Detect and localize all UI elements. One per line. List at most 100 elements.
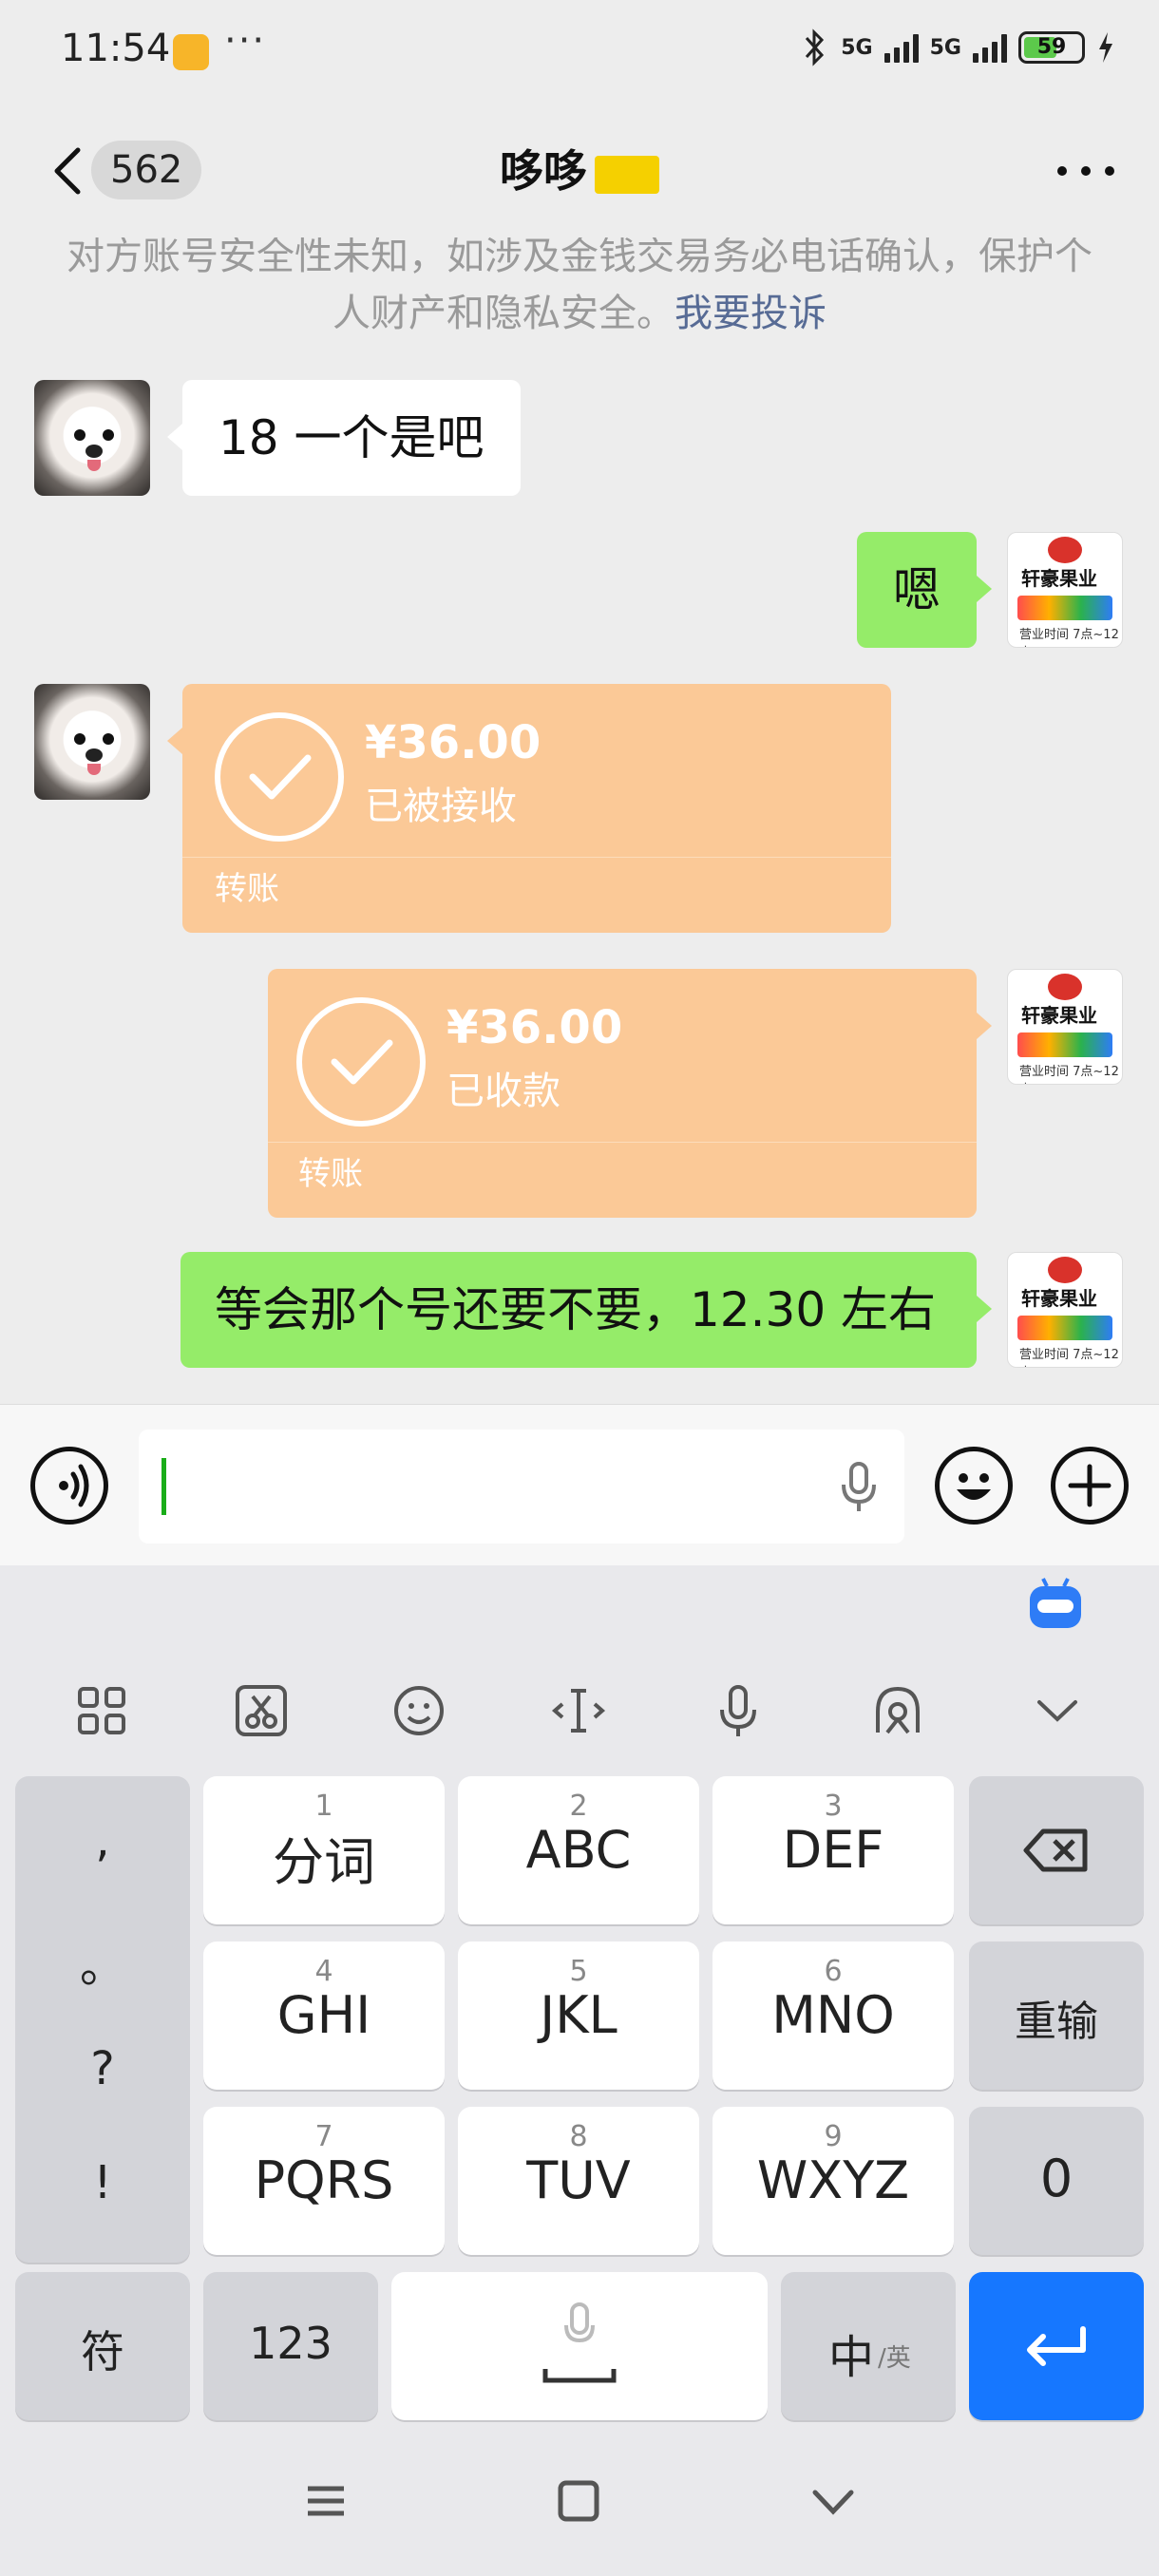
key-label: TUV (526, 2150, 631, 2210)
backspace-key[interactable] (969, 1776, 1144, 1924)
message-bubble[interactable]: 18 一个是吧 (182, 380, 521, 496)
key-7[interactable]: 7 PQRS (203, 2107, 445, 2255)
message-text: 18 一个是吧 (218, 410, 484, 465)
signal-bars-1-icon (884, 32, 919, 63)
space-mic-icon (542, 2302, 617, 2383)
key-label: PQRS (254, 2150, 394, 2210)
key-5[interactable]: 5 JKL (458, 1941, 699, 2090)
contact-avatar[interactable] (34, 684, 150, 800)
chat-messages: 对方账号安全性未知，如涉及金钱交易务必电话确认，保护个人财产和隐私安全。我要投诉… (0, 237, 1159, 1404)
message-bubble[interactable]: 嗯 (857, 532, 977, 648)
key-digit: 8 (569, 2120, 588, 2153)
key-2[interactable]: 2 ABC (458, 1776, 699, 1924)
check-circle-icon (296, 997, 426, 1127)
key-label: 0 (1039, 2149, 1074, 2208)
key-label: GHI (276, 1985, 371, 2045)
enter-arrow-icon (1027, 2326, 1086, 2366)
security-notice-text: 对方账号安全性未知，如涉及金钱交易务必电话确认，保护个人财产和隐私安全。 (66, 237, 1092, 335)
key-1[interactable]: 1 分词 (203, 1776, 445, 1924)
key-digit: 9 (824, 2120, 843, 2153)
more-options-icon[interactable] (1053, 152, 1119, 190)
key-digit: 3 (824, 1790, 843, 1823)
message-bubble[interactable]: 等会那个号还要不要，12.30 左右 (180, 1252, 977, 1368)
enter-key[interactable] (969, 2272, 1144, 2420)
key-8[interactable]: 8 TUV (458, 2107, 699, 2255)
status-bar: 11:54 ··· 5G 5G 59 (0, 0, 1159, 104)
transfer-kind: 转账 (215, 870, 279, 908)
handwriting-icon[interactable] (864, 1677, 931, 1744)
key-6[interactable]: 6 MNO (712, 1941, 954, 2090)
menu-icon[interactable] (302, 2477, 350, 2525)
transfer-card[interactable]: ¥36.00 已被接收 转账 (182, 684, 891, 933)
my-avatar[interactable]: 轩豪果业营业时间 7点~12点 (1007, 969, 1123, 1085)
transfer-amount: ¥36.00 (446, 1001, 623, 1054)
input-bar (0, 1404, 1159, 1565)
my-avatar[interactable]: 轩豪果业营业时间 7点~12点 (1007, 1252, 1123, 1368)
transfer-card[interactable]: ¥36.00 已收款 转账 (268, 969, 977, 1218)
collapse-keyboard-icon[interactable] (1024, 1677, 1091, 1744)
message-input[interactable] (139, 1430, 904, 1544)
bluetooth-icon (806, 28, 825, 66)
punct-period[interactable]: 。 (15, 1928, 190, 1995)
voice-mode-button[interactable] (30, 1447, 108, 1525)
emoji-smiley-icon[interactable] (386, 1677, 452, 1744)
key-label: JKL (540, 1985, 618, 2045)
punct-exclaim[interactable]: ! (15, 2156, 190, 2209)
shop-name: 轩豪果业 (1021, 1287, 1097, 1310)
clipboard-cut-icon[interactable] (228, 1677, 294, 1744)
battery-icon: 59 (1018, 31, 1085, 64)
shop-hours: 营业时间 7点~12点 (1019, 628, 1119, 647)
emoji-button[interactable] (935, 1447, 1013, 1525)
shop-hours: 营业时间 7点~12点 (1019, 1348, 1119, 1367)
my-avatar[interactable]: 轩豪果业营业时间 7点~12点 (1007, 532, 1123, 648)
system-nav-bar (0, 2430, 1159, 2576)
smiley-icon (957, 1473, 991, 1500)
report-link[interactable]: 我要投诉 (674, 292, 826, 335)
space-key[interactable] (391, 2272, 768, 2420)
add-attachment-button[interactable] (1051, 1447, 1129, 1525)
punct-comma[interactable]: , (15, 1814, 190, 1867)
backspace-icon (1023, 1828, 1088, 1872)
key-digit: 5 (569, 1955, 588, 1988)
numbers-key[interactable]: 123 (203, 2272, 378, 2420)
concert-ticket-badge-icon (595, 155, 659, 194)
key-label: WXYZ (756, 2150, 910, 2210)
status-indicators: 5G 5G 59 (801, 28, 1115, 66)
shop-name: 轩豪果业 (1021, 1004, 1097, 1027)
punctuation-column[interactable]: , 。 ? ! (15, 1776, 190, 2263)
reinput-key[interactable]: 重输 (969, 1941, 1144, 2090)
chat-title: 哆哆 (0, 137, 1159, 199)
apps-grid-icon[interactable] (68, 1677, 135, 1744)
signal-bars-2-icon (973, 32, 1007, 63)
key-label: 符 (81, 2326, 124, 2377)
voice-wave-icon (59, 1464, 89, 1507)
signal-label-2: 5G (929, 35, 961, 60)
transfer-status: 已被接收 (365, 785, 517, 828)
key-4[interactable]: 4 GHI (203, 1941, 445, 2090)
key-label: DEF (782, 1820, 884, 1880)
key-label: MNO (771, 1985, 895, 2045)
punct-question[interactable]: ? (15, 2042, 190, 2095)
contact-avatar[interactable] (34, 380, 150, 496)
battery-level: 59 (1036, 35, 1067, 59)
charging-icon (1099, 32, 1112, 63)
symbols-key[interactable]: 符 (15, 2272, 190, 2420)
key-label: 123 (249, 2318, 332, 2369)
cursor-move-icon[interactable] (545, 1677, 612, 1744)
security-notice: 对方账号安全性未知，如涉及金钱交易务必电话确认，保护个人财产和隐私安全。我要投诉 (66, 237, 1092, 342)
back-nav-icon[interactable] (809, 2477, 857, 2525)
key-3[interactable]: 3 DEF (712, 1776, 954, 1924)
microphone-icon[interactable] (840, 1462, 878, 1513)
key-9[interactable]: 9 WXYZ (712, 2107, 954, 2255)
key-digit: 2 (569, 1790, 588, 1823)
key-digit: 6 (824, 1955, 843, 1988)
keyboard-assistant-icon[interactable] (1024, 1573, 1087, 1636)
language-toggle-key[interactable]: 中 /英 (781, 2272, 956, 2420)
message-text: 嗯 (893, 562, 940, 617)
key-0[interactable]: 0 (969, 2107, 1144, 2255)
status-more: ··· (224, 19, 267, 63)
home-icon[interactable] (555, 2477, 602, 2525)
voice-input-icon[interactable] (705, 1677, 771, 1744)
chat-header: 562 哆哆 (0, 104, 1159, 237)
lang-sub: /英 (878, 2344, 911, 2373)
